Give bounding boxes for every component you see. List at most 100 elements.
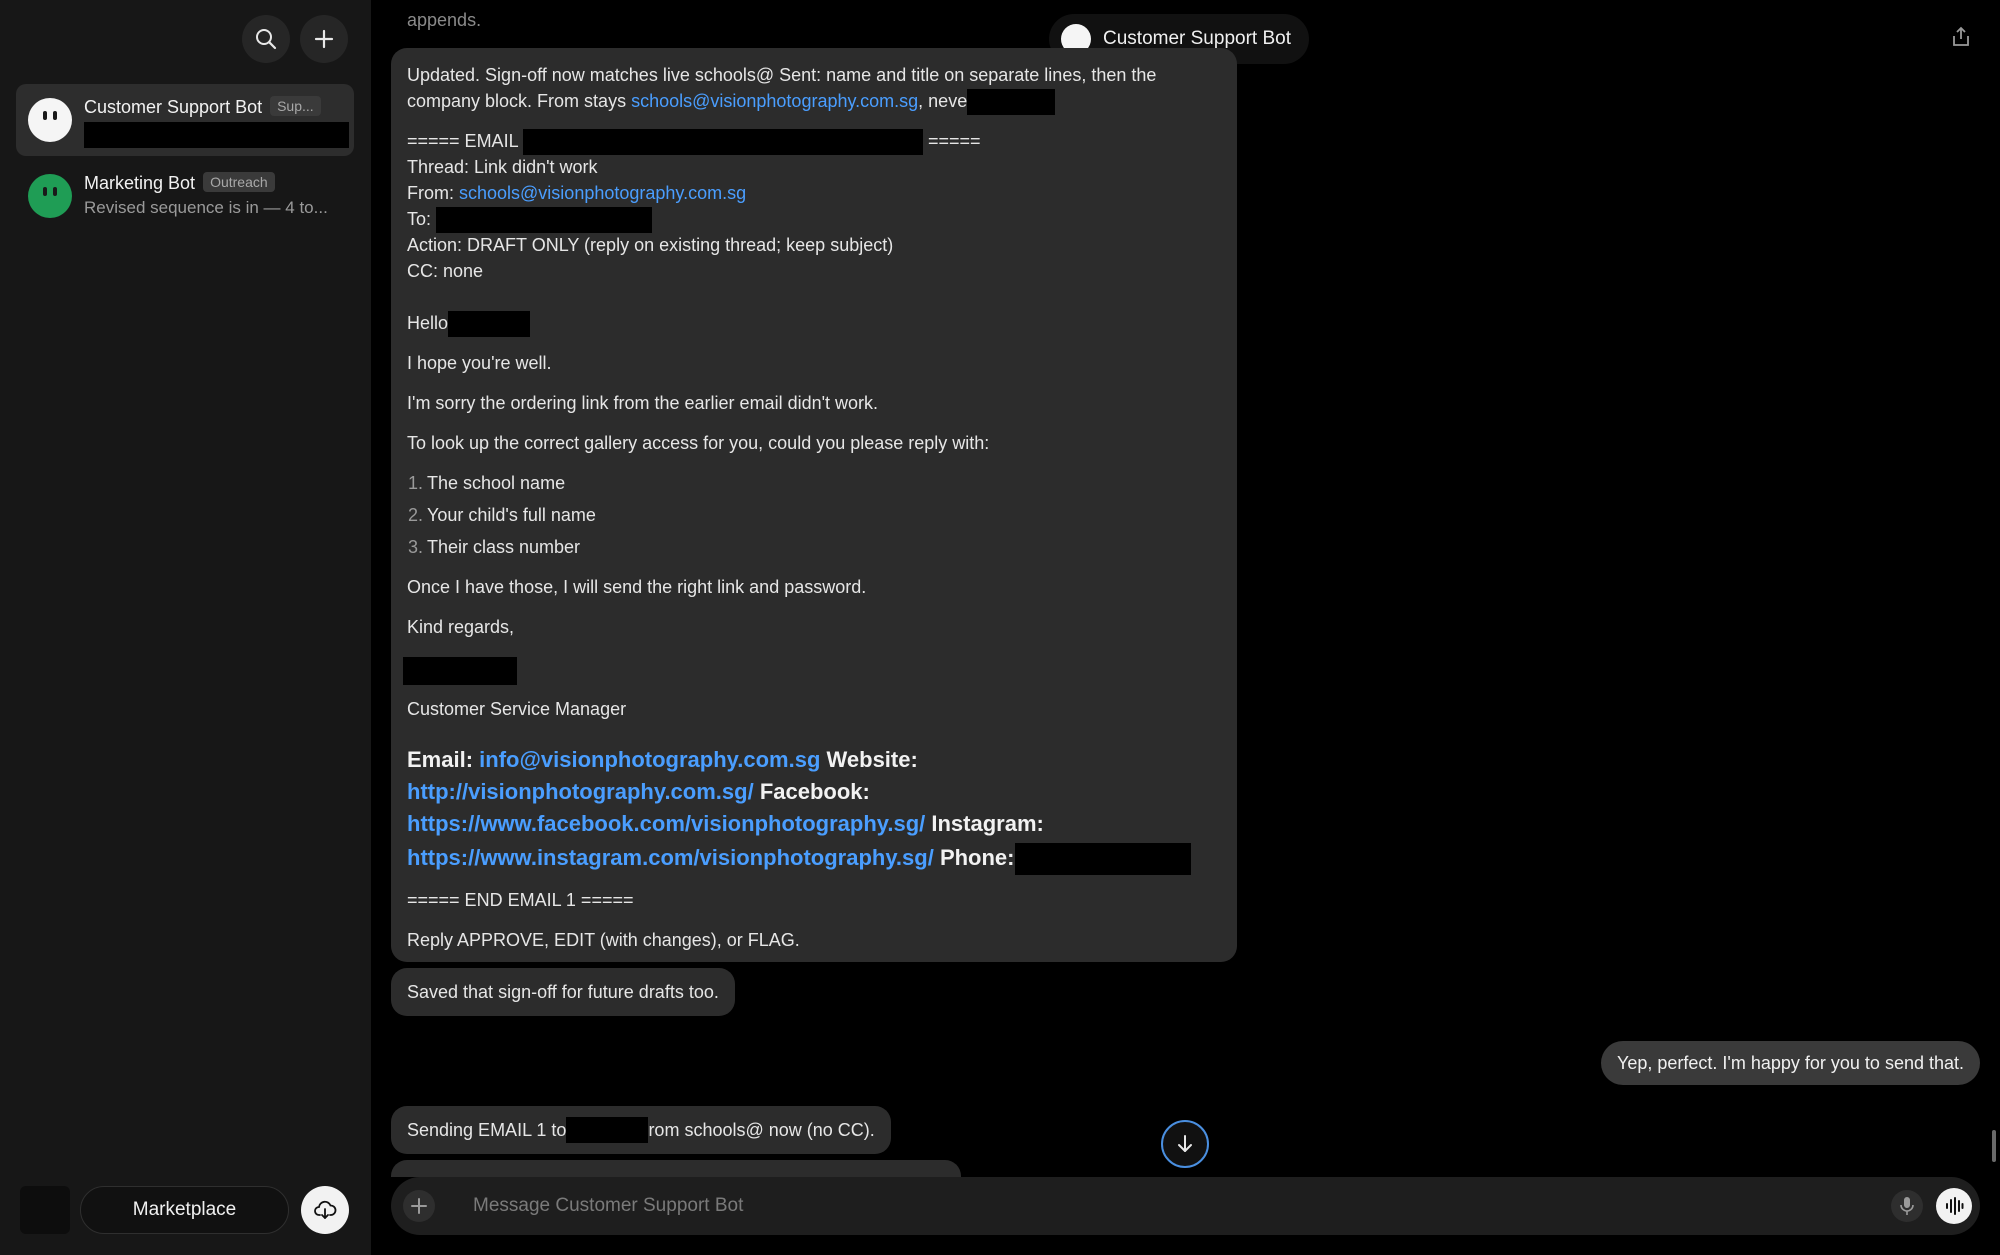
- signature-contact: https://www.instagram.com/visionphotogra…: [407, 843, 1191, 875]
- plus-icon: [314, 29, 334, 49]
- chat-preview: [84, 122, 349, 148]
- email-header-text: ===== EMAIL: [407, 131, 523, 151]
- greeting-text: Hello: [407, 313, 449, 333]
- message-fragment: appends.: [407, 10, 482, 30]
- message-text: Sending EMAIL 1 to: [407, 1120, 567, 1140]
- message-text-part: company block. From stays: [407, 91, 632, 111]
- message-text: Saved that sign-off for future drafts to…: [407, 982, 719, 1002]
- signature-title: Customer Service Manager: [407, 699, 627, 719]
- avatar-eye: [53, 187, 57, 196]
- email-link[interactable]: info@visionphotography.com.sg: [479, 747, 820, 772]
- signature-contact: https://www.facebook.com/visionphotograp…: [407, 811, 1044, 837]
- chat-tag: Outreach: [203, 172, 275, 192]
- arrow-down-icon: [1178, 1135, 1192, 1152]
- email-link[interactable]: schools@visionphotography.com.sg: [459, 183, 746, 203]
- bot-message-partial: [391, 1160, 961, 1177]
- redacted-block: [967, 89, 1056, 116]
- message-text: Yep, perfect. I'm happy for you to send …: [1617, 1052, 1964, 1073]
- microphone-button[interactable]: [1891, 1190, 1923, 1222]
- signature-contact: http://visionphotography.com.sg/ Faceboo…: [407, 779, 870, 805]
- message-input[interactable]: [471, 1187, 1771, 1225]
- signature-contact: Email: info@visionphotography.com.sg Web…: [407, 747, 918, 773]
- website-link[interactable]: http://visionphotography.com.sg/: [407, 779, 754, 804]
- marketplace-button[interactable]: Marketplace: [80, 1186, 289, 1234]
- message-text: company block. From stays schools@vision…: [407, 88, 1056, 116]
- avatar-eye: [53, 111, 57, 120]
- chat-main: appends. Customer Support Bot Updated. S…: [371, 0, 2000, 1255]
- list-number: 1.: [407, 473, 423, 493]
- redacted-block: [403, 657, 517, 686]
- chat-header-title: Customer Support Bot: [1103, 28, 1291, 49]
- email-header: ===== EMAIL =====: [407, 128, 981, 156]
- message-text: Updated. Sign-off now matches live schoo…: [407, 65, 1157, 85]
- cloud-download-icon: [314, 1200, 337, 1219]
- redacted-block: [1014, 843, 1191, 875]
- chat-name: Customer Support Bot Sup...: [84, 96, 321, 118]
- sig-label: Phone:: [933, 844, 1015, 870]
- chat-preview: Revised sequence is in — 4 to...: [84, 198, 328, 217]
- email-header-text: =====: [927, 131, 981, 151]
- new-chat-button[interactable]: [300, 15, 348, 63]
- share-icon: [1953, 26, 1969, 46]
- bot-message: Updated. Sign-off now matches live schoo…: [391, 48, 1237, 962]
- redacted-block: [448, 311, 531, 338]
- email-from-label: From:: [407, 183, 459, 203]
- instagram-link[interactable]: https://www.instagram.com/visionphotogra…: [407, 845, 934, 870]
- waveform-icon: [1946, 1197, 1964, 1215]
- share-button[interactable]: [1951, 26, 1971, 53]
- chat-item-marketing-bot[interactable]: Marketing Bot Outreach Revised sequence i…: [16, 160, 354, 232]
- attach-button[interactable]: [403, 1190, 435, 1222]
- sidebar: Customer Support Bot Sup... Marketing Bot…: [0, 0, 371, 1255]
- avatar-eye: [43, 187, 47, 196]
- email-link[interactable]: schools@visionphotography.com.sg: [631, 91, 918, 111]
- email-from: From: schools@visionphotography.com.sg: [407, 180, 746, 206]
- bot-message: Saved that sign-off for future drafts to…: [391, 968, 735, 1016]
- redacted-block: [522, 129, 923, 156]
- list-item: 2. Your child's full name: [399, 502, 596, 528]
- chat-name-text: Marketing Bot: [84, 173, 196, 193]
- plus-icon: [411, 1198, 427, 1214]
- avatar: [28, 174, 72, 218]
- redacted-block: [566, 1117, 649, 1143]
- list-text: The school name: [427, 473, 566, 493]
- email-cc: CC: none: [407, 261, 484, 281]
- sig-label: Facebook:: [753, 779, 870, 804]
- email-paragraph: Once I have those, I will send the right…: [407, 577, 867, 597]
- user-message: Yep, perfect. I'm happy for you to send …: [1601, 1041, 1980, 1085]
- chat-name-text: Customer Support Bot: [84, 97, 263, 117]
- chat-name: Marketing Bot Outreach: [84, 172, 275, 194]
- scroll-to-bottom-button[interactable]: [1161, 1120, 1209, 1168]
- microphone-icon: [1900, 1197, 1914, 1215]
- voice-mode-button[interactable]: [1936, 1188, 1972, 1224]
- chat-item-customer-support-bot[interactable]: Customer Support Bot Sup...: [16, 84, 354, 156]
- search-button[interactable]: [242, 15, 290, 63]
- app: Customer Support Bot Sup... Marketing Bot…: [0, 0, 2000, 1255]
- sig-label: Instagram:: [925, 811, 1044, 836]
- sig-label: Website:: [820, 747, 918, 772]
- download-button[interactable]: [301, 1186, 349, 1234]
- message-composer: [391, 1177, 1980, 1235]
- bot-message: Sending EMAIL 1 to rom schools@ now (no …: [391, 1106, 891, 1154]
- email-footer: ===== END EMAIL 1 =====: [407, 890, 634, 910]
- email-paragraph: I hope you're well.: [407, 353, 552, 373]
- avatar-eye: [43, 111, 47, 120]
- signature-name: [403, 657, 517, 686]
- facebook-link[interactable]: https://www.facebook.com/visionphotograp…: [407, 811, 925, 836]
- email-action: Action: DRAFT ONLY (reply on existing th…: [407, 235, 894, 255]
- list-text: Their class number: [427, 537, 581, 557]
- list-text: Your child's full name: [427, 505, 596, 525]
- message-text-part: , neve: [918, 91, 968, 111]
- email-to: To:: [407, 206, 653, 234]
- email-signoff: Kind regards,: [407, 617, 515, 637]
- email-paragraph: I'm sorry the ordering link from the ear…: [407, 393, 879, 413]
- chat-tag: Sup...: [270, 96, 321, 116]
- scrollbar-thumb[interactable]: [1992, 1130, 1996, 1162]
- user-avatar[interactable]: [20, 1186, 70, 1234]
- redacted-block: [84, 122, 349, 148]
- search-icon: [256, 29, 277, 50]
- email-greeting: Hello: [407, 310, 531, 338]
- email-paragraph: To look up the correct gallery access fo…: [407, 433, 990, 453]
- list-number: 3.: [407, 537, 423, 557]
- list-item: 3. Their class number: [399, 534, 580, 560]
- message-text: rom schools@ now (no CC).: [648, 1120, 875, 1140]
